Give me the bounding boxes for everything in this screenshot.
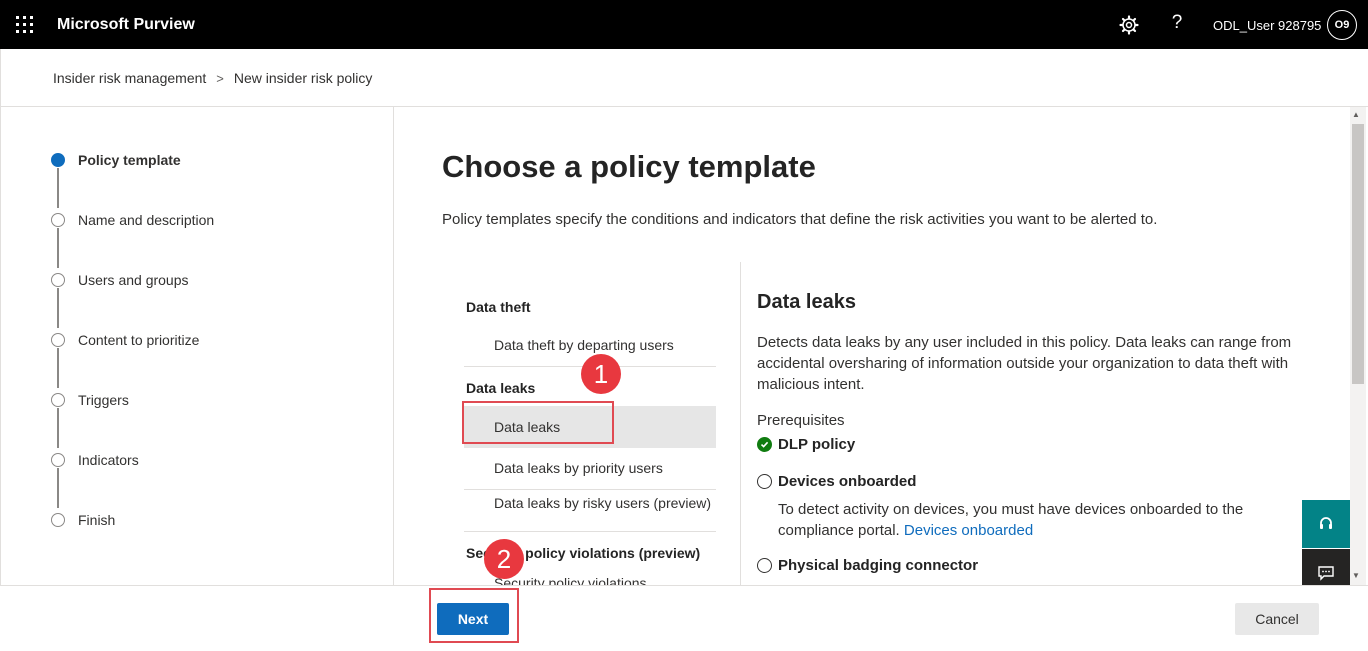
- prereq-label: Devices onboarded: [778, 473, 917, 490]
- callout-number-1: 1: [581, 354, 621, 394]
- step-dot-icon: [51, 333, 65, 347]
- stepper-divider: [393, 107, 394, 585]
- step-connector: [57, 408, 59, 448]
- breadcrumb-item-new-policy: New insider risk policy: [233, 70, 373, 86]
- step-label: Content to prioritize: [78, 332, 200, 348]
- brand-title[interactable]: Microsoft Purview: [57, 16, 195, 34]
- step-connector: [57, 228, 59, 268]
- scroll-up-arrow-icon[interactable]: ▲: [1352, 110, 1360, 119]
- step-connector: [57, 168, 59, 208]
- prereq-badging-connector: Physical badging connector: [757, 557, 978, 574]
- template-data-leaks-priority[interactable]: Data leaks by priority users: [464, 457, 716, 487]
- callout-number-2: 2: [484, 539, 524, 579]
- wizard-footer: [0, 585, 1368, 651]
- breadcrumb: Insider risk management > New insider ri…: [53, 70, 372, 86]
- chevron-right-icon: >: [216, 70, 224, 86]
- step-dot-icon: [51, 393, 65, 407]
- step-connector: [57, 288, 59, 328]
- step-label: Name and description: [78, 212, 215, 228]
- headset-help-button[interactable]: [1302, 500, 1350, 548]
- breadcrumb-item-insider-risk[interactable]: Insider risk management: [53, 70, 206, 86]
- detail-description: Detects data leaks by any user included …: [757, 334, 1292, 393]
- step-connector: [57, 468, 59, 508]
- scrollbar-thumb[interactable]: [1352, 124, 1364, 384]
- prereq-devices-onboarded: Devices onboarded: [757, 473, 916, 490]
- step-dot-icon: [51, 453, 65, 467]
- devices-onboarded-link[interactable]: Devices onboarded: [904, 522, 1033, 539]
- step-label: Policy template: [78, 152, 181, 168]
- help-icon[interactable]: ?: [1168, 12, 1186, 36]
- app-launcher-icon[interactable]: [16, 16, 33, 33]
- checkmark-circle-icon: [757, 437, 772, 452]
- avatar[interactable]: O9: [1327, 10, 1357, 40]
- highlight-box-data-leaks: [462, 401, 614, 444]
- step-dot-icon: [51, 273, 65, 287]
- chat-feedback-icon: [1318, 566, 1334, 581]
- template-data-leaks-risky[interactable]: Data leaks by risky users (preview): [464, 496, 716, 532]
- cancel-button[interactable]: Cancel: [1235, 603, 1319, 635]
- top-bar: Microsoft Purview ? ODL_User 928795 O9: [0, 0, 1368, 49]
- highlight-box-next: [429, 588, 519, 643]
- step-dot-icon: [51, 213, 65, 227]
- prereq-dlp-policy: DLP policy: [757, 436, 855, 453]
- empty-circle-icon: [757, 474, 772, 489]
- devices-note: To detect activity on devices, you must …: [778, 499, 1298, 541]
- headset-icon: [1320, 517, 1332, 529]
- list-divider: [464, 531, 716, 532]
- step-label: Triggers: [78, 392, 129, 408]
- list-divider: [464, 489, 716, 490]
- category-data-leaks: Data leaks: [466, 380, 536, 396]
- category-data-theft: Data theft: [466, 299, 531, 315]
- step-active-dot-icon: [51, 153, 65, 167]
- frame-border: [0, 49, 1, 651]
- prereq-label: Physical badging connector: [778, 557, 979, 574]
- header-divider: [0, 106, 1368, 107]
- scroll-down-arrow-icon[interactable]: ▼: [1352, 571, 1360, 580]
- settings-gear-icon[interactable]: [1118, 14, 1140, 36]
- step-label: Indicators: [78, 452, 139, 468]
- step-label: Users and groups: [78, 272, 189, 288]
- detail-divider: [740, 262, 741, 585]
- prereq-label: DLP policy: [778, 436, 856, 453]
- step-label: Finish: [78, 512, 116, 528]
- username-label: ODL_User 928795: [1213, 18, 1322, 33]
- page-title: Choose a policy template: [442, 149, 816, 184]
- step-connector: [57, 348, 59, 388]
- empty-circle-icon: [757, 558, 772, 573]
- page-description: Policy templates specify the conditions …: [442, 211, 1158, 228]
- prerequisites-heading: Prerequisites: [757, 412, 845, 429]
- step-dot-icon: [51, 513, 65, 527]
- detail-title: Data leaks: [757, 291, 856, 313]
